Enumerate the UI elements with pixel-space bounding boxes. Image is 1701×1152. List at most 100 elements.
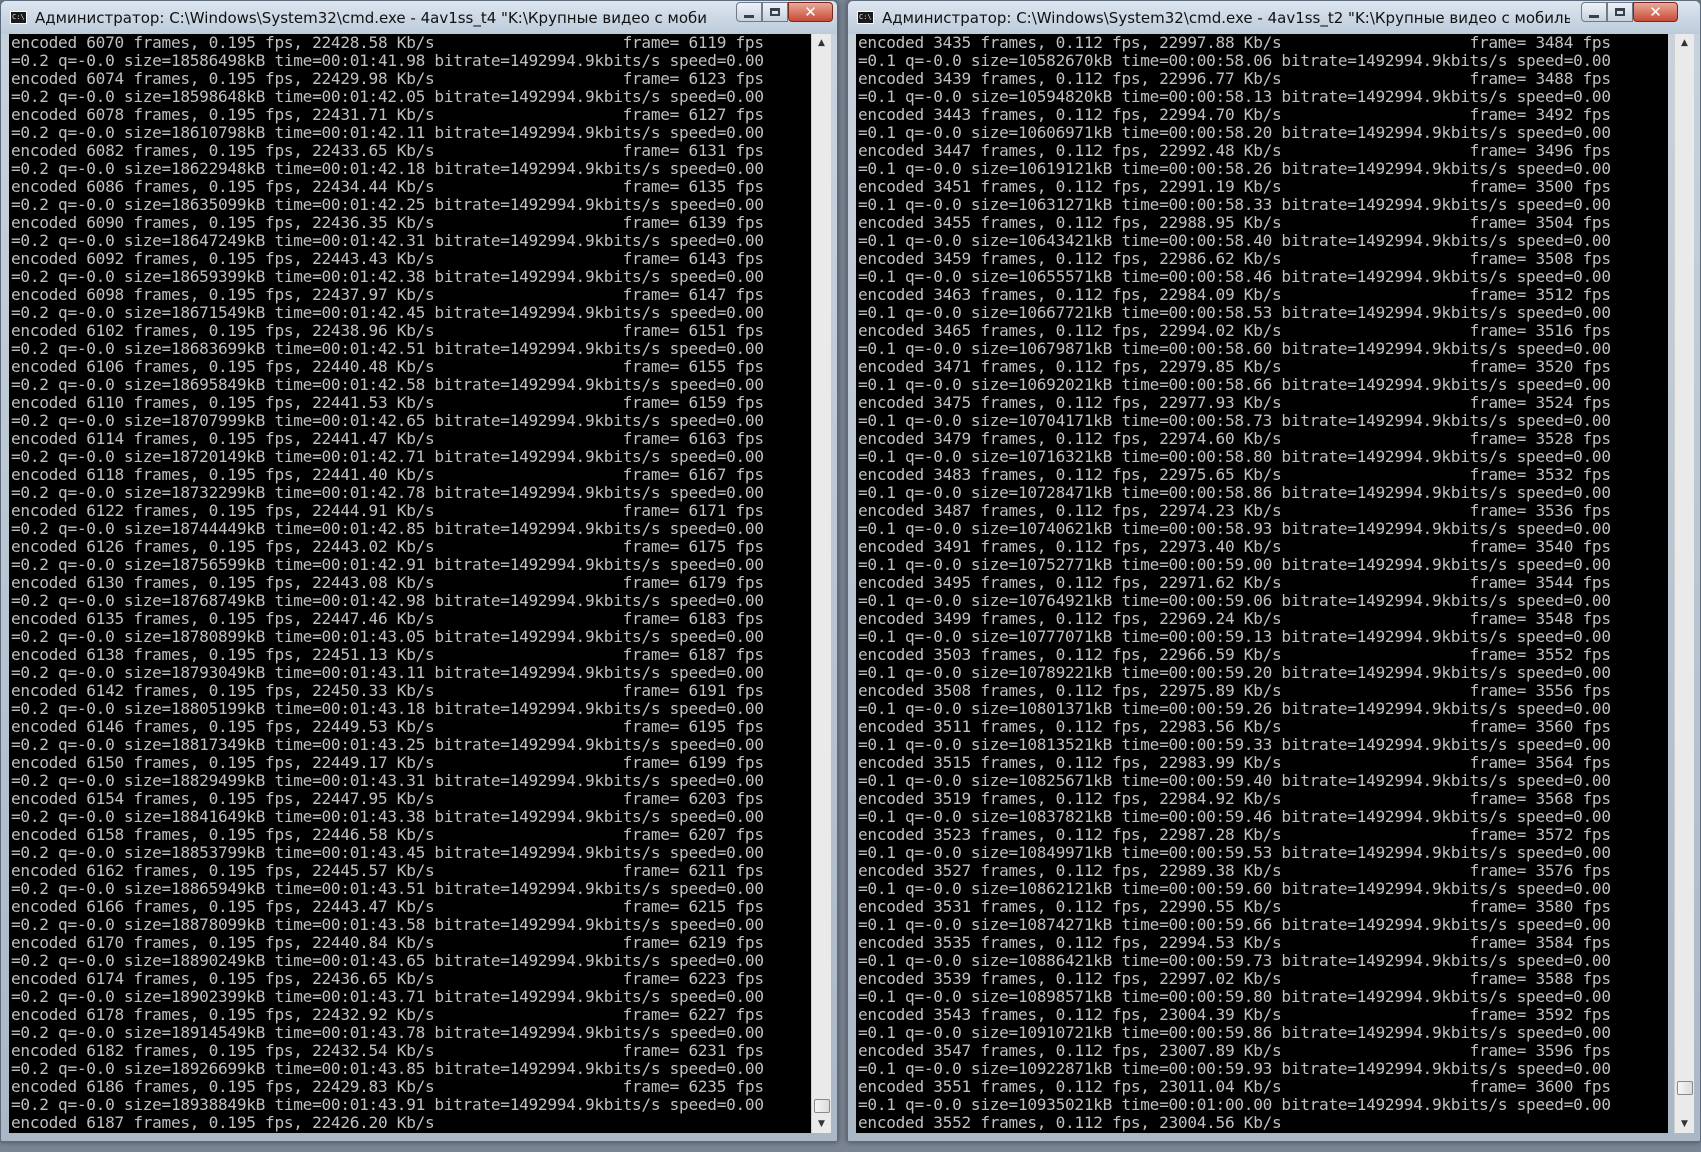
console-line: encoded 3491 frames, 0.112 fps, 22973.40… bbox=[858, 537, 1611, 556]
console-line: =0.1 q=-0.0 size=10728471kB time=00:00:5… bbox=[858, 483, 1611, 502]
console-line: encoded 3471 frames, 0.112 fps, 22979.85… bbox=[858, 357, 1611, 376]
console-line: encoded 3487 frames, 0.112 fps, 22974.23… bbox=[858, 501, 1611, 520]
console-line: encoded 6118 frames, 0.195 fps, 22441.40… bbox=[11, 465, 764, 484]
console-line: encoded 6122 frames, 0.195 fps, 22444.91… bbox=[11, 501, 764, 520]
right-scroll-thumb[interactable] bbox=[1677, 1081, 1693, 1095]
console-line: =0.1 q=-0.0 size=10619121kB time=00:00:5… bbox=[858, 159, 1611, 178]
console-line: encoded 3495 frames, 0.112 fps, 22971.62… bbox=[858, 573, 1611, 592]
console-line: encoded 6110 frames, 0.195 fps, 22441.53… bbox=[11, 393, 764, 412]
console-line: =0.2 q=-0.0 size=18902399kB time=00:01:4… bbox=[11, 987, 764, 1006]
console-line: =0.2 q=-0.0 size=18853799kB time=00:01:4… bbox=[11, 843, 764, 862]
left-caption-buttons: ✕ bbox=[736, 2, 833, 22]
console-line: encoded 6187 frames, 0.195 fps, 22426.20… bbox=[11, 1113, 435, 1132]
console-line: encoded 6126 frames, 0.195 fps, 22443.02… bbox=[11, 537, 764, 556]
console-line: encoded 6078 frames, 0.195 fps, 22431.71… bbox=[11, 105, 764, 124]
cmd-icon[interactable]: C:\ bbox=[10, 11, 27, 24]
console-line: encoded 3503 frames, 0.112 fps, 22966.59… bbox=[858, 645, 1611, 664]
left-cmd-window[interactable]: C:\ Администратор: C:\Windows\System32\c… bbox=[0, 0, 838, 1142]
left-scroll-up-button[interactable]: ▲ bbox=[812, 34, 831, 52]
console-line: =0.1 q=-0.0 size=10716321kB time=00:00:5… bbox=[858, 447, 1611, 466]
console-line: =0.1 q=-0.0 size=10740621kB time=00:00:5… bbox=[858, 519, 1611, 538]
console-line: encoded 6146 frames, 0.195 fps, 22449.53… bbox=[11, 717, 764, 736]
right-scroll-up-button[interactable]: ▲ bbox=[1675, 34, 1694, 52]
console-line: =0.2 q=-0.0 size=18926699kB time=00:01:4… bbox=[11, 1059, 764, 1078]
console-line: =0.1 q=-0.0 size=10922871kB time=00:00:5… bbox=[858, 1059, 1611, 1078]
console-line: encoded 3527 frames, 0.112 fps, 22989.38… bbox=[858, 861, 1611, 880]
cmd-icon[interactable]: C:\ bbox=[857, 11, 874, 24]
console-line: encoded 6162 frames, 0.195 fps, 22445.57… bbox=[11, 861, 764, 880]
console-line: =0.2 q=-0.0 size=18914549kB time=00:01:4… bbox=[11, 1023, 764, 1042]
console-line: =0.2 q=-0.0 size=18683699kB time=00:01:4… bbox=[11, 339, 764, 358]
console-line: encoded 3459 frames, 0.112 fps, 22986.62… bbox=[858, 249, 1611, 268]
console-line: =0.1 q=-0.0 size=10631271kB time=00:00:5… bbox=[858, 195, 1611, 214]
left-scrollbar[interactable]: ▲ ▼ bbox=[811, 34, 831, 1133]
left-scroll-down-button[interactable]: ▼ bbox=[812, 1115, 831, 1133]
console-line: =0.2 q=-0.0 size=18878099kB time=00:01:4… bbox=[11, 915, 764, 934]
left-title-bar[interactable]: C:\ Администратор: C:\Windows\System32\c… bbox=[1, 1, 837, 34]
console-line: =0.2 q=-0.0 size=18622948kB time=00:01:4… bbox=[11, 159, 764, 178]
console-line: encoded 3519 frames, 0.112 fps, 22984.92… bbox=[858, 789, 1611, 808]
console-line: encoded 6142 frames, 0.195 fps, 22450.33… bbox=[11, 681, 764, 700]
console-line: =0.2 q=-0.0 size=18647249kB time=00:01:4… bbox=[11, 231, 764, 250]
right-title-bar[interactable]: C:\ Администратор: C:\Windows\System32\c… bbox=[848, 1, 1700, 34]
left-close-button[interactable]: ✕ bbox=[788, 2, 833, 22]
console-line: encoded 3552 frames, 0.112 fps, 23004.56… bbox=[858, 1113, 1282, 1132]
console-line: =0.1 q=-0.0 size=10594820kB time=00:00:5… bbox=[858, 87, 1611, 106]
console-line: encoded 3515 frames, 0.112 fps, 22983.99… bbox=[858, 753, 1611, 772]
console-line: =0.2 q=-0.0 size=18695849kB time=00:01:4… bbox=[11, 375, 764, 394]
console-line: encoded 6170 frames, 0.195 fps, 22440.84… bbox=[11, 933, 764, 952]
scroll-up-arrow-icon: ▲ bbox=[818, 38, 825, 48]
console-line: encoded 6186 frames, 0.195 fps, 22429.83… bbox=[11, 1077, 764, 1096]
console-line: =0.1 q=-0.0 size=10679871kB time=00:00:5… bbox=[858, 339, 1611, 358]
console-line: =0.2 q=-0.0 size=18938849kB time=00:01:4… bbox=[11, 1095, 764, 1114]
console-line: =0.2 q=-0.0 size=18793049kB time=00:01:4… bbox=[11, 663, 764, 682]
right-close-button[interactable]: ✕ bbox=[1633, 2, 1678, 22]
console-line: encoded 3435 frames, 0.112 fps, 22997.88… bbox=[858, 34, 1611, 52]
console-line: encoded 3547 frames, 0.112 fps, 23007.89… bbox=[858, 1041, 1611, 1060]
console-line: encoded 6090 frames, 0.195 fps, 22436.35… bbox=[11, 213, 764, 232]
left-scroll-thumb[interactable] bbox=[814, 1099, 830, 1113]
console-line: =0.1 q=-0.0 size=10764921kB time=00:00:5… bbox=[858, 591, 1611, 610]
console-line: encoded 6178 frames, 0.195 fps, 22432.92… bbox=[11, 1005, 764, 1024]
close-icon: ✕ bbox=[1649, 3, 1662, 21]
right-caption-buttons: ✕ bbox=[1581, 2, 1678, 22]
console-line: encoded 3523 frames, 0.112 fps, 22987.28… bbox=[858, 825, 1611, 844]
console-line: encoded 6182 frames, 0.195 fps, 22432.54… bbox=[11, 1041, 764, 1060]
console-line: encoded 6135 frames, 0.195 fps, 22447.46… bbox=[11, 609, 764, 628]
console-line: =0.1 q=-0.0 size=10582670kB time=00:00:5… bbox=[858, 51, 1611, 70]
console-line: encoded 3499 frames, 0.112 fps, 22969.24… bbox=[858, 609, 1611, 628]
scroll-down-arrow-icon: ▼ bbox=[818, 1119, 825, 1129]
right-console-output[interactable]: encoded 3435 frames, 0.112 fps, 22997.88… bbox=[856, 34, 1668, 1133]
left-maximize-button[interactable] bbox=[762, 2, 788, 22]
console-line: =0.1 q=-0.0 size=10874271kB time=00:00:5… bbox=[858, 915, 1611, 934]
console-line: encoded 3439 frames, 0.112 fps, 22996.77… bbox=[858, 69, 1611, 88]
console-line: =0.1 q=-0.0 size=10801371kB time=00:00:5… bbox=[858, 699, 1611, 718]
console-line: =0.1 q=-0.0 size=10606971kB time=00:00:5… bbox=[858, 123, 1611, 142]
console-line: encoded 6086 frames, 0.195 fps, 22434.44… bbox=[11, 177, 764, 196]
console-line: encoded 6070 frames, 0.195 fps, 22428.58… bbox=[11, 34, 764, 52]
console-line: =0.2 q=-0.0 size=18720149kB time=00:01:4… bbox=[11, 447, 764, 466]
console-line: encoded 6174 frames, 0.195 fps, 22436.65… bbox=[11, 969, 764, 988]
console-line: =0.2 q=-0.0 size=18756599kB time=00:01:4… bbox=[11, 555, 764, 574]
console-line: =0.1 q=-0.0 size=10789221kB time=00:00:5… bbox=[858, 663, 1611, 682]
left-minimize-button[interactable] bbox=[736, 2, 762, 22]
console-line: =0.1 q=-0.0 size=10692021kB time=00:00:5… bbox=[858, 375, 1611, 394]
console-line: =0.1 q=-0.0 size=10886421kB time=00:00:5… bbox=[858, 951, 1611, 970]
console-line: =0.2 q=-0.0 size=18805199kB time=00:01:4… bbox=[11, 699, 764, 718]
console-line: encoded 3535 frames, 0.112 fps, 22994.53… bbox=[858, 933, 1611, 952]
right-scroll-down-button[interactable]: ▼ bbox=[1675, 1115, 1694, 1133]
console-line: =0.1 q=-0.0 size=10935021kB time=00:01:0… bbox=[858, 1095, 1611, 1114]
right-minimize-button[interactable] bbox=[1581, 2, 1607, 22]
right-scrollbar[interactable]: ▲ ▼ bbox=[1674, 34, 1694, 1133]
left-console-output[interactable]: encoded 6070 frames, 0.195 fps, 22428.58… bbox=[9, 34, 811, 1133]
console-line: encoded 6074 frames, 0.195 fps, 22429.98… bbox=[11, 69, 764, 88]
console-line: encoded 3539 frames, 0.112 fps, 22997.02… bbox=[858, 969, 1611, 988]
console-line: encoded 6154 frames, 0.195 fps, 22447.95… bbox=[11, 789, 764, 808]
console-line: encoded 3511 frames, 0.112 fps, 22983.56… bbox=[858, 717, 1611, 736]
console-line: encoded 6114 frames, 0.195 fps, 22441.47… bbox=[11, 429, 764, 448]
right-maximize-button[interactable] bbox=[1607, 2, 1633, 22]
right-cmd-window[interactable]: C:\ Администратор: C:\Windows\System32\c… bbox=[847, 0, 1701, 1142]
console-line: =0.2 q=-0.0 size=18780899kB time=00:01:4… bbox=[11, 627, 764, 646]
console-line: encoded 3455 frames, 0.112 fps, 22988.95… bbox=[858, 213, 1611, 232]
close-icon: ✕ bbox=[804, 3, 817, 21]
